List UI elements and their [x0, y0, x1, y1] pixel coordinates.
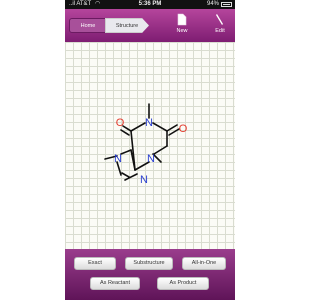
search-panel: Exact Substructure All-in-One As Reactan…	[65, 249, 235, 300]
new-button[interactable]: New	[169, 12, 195, 40]
atom-nitrogen-right: N	[147, 153, 155, 165]
new-document-icon	[177, 13, 187, 26]
top-toolbar: Home Structure New Edit	[65, 9, 235, 42]
atom-oxygen-right: O	[179, 123, 188, 135]
pencil-icon	[216, 14, 223, 25]
substructure-button[interactable]: Substructure	[125, 257, 173, 270]
phone-screen: ..il AT&T ◠ 5:36 PM 94% Home Structure N…	[65, 0, 235, 300]
as-product-button[interactable]: As Product	[157, 277, 209, 290]
edit-label: Edit	[215, 28, 225, 34]
battery-icon	[221, 2, 232, 7]
atom-nitrogen-top: N	[145, 117, 153, 129]
caffeine-structure: O N O N N N	[104, 103, 188, 186]
exact-button[interactable]: Exact	[74, 257, 116, 270]
atom-nitrogen-left: N	[114, 153, 122, 165]
atom-oxygen-left: O	[116, 117, 125, 129]
structure-canvas[interactable]: O N O N N N	[65, 42, 235, 249]
new-label: New	[176, 28, 188, 34]
status-bar: ..il AT&T ◠ 5:36 PM 94%	[65, 0, 235, 9]
breadcrumb-home[interactable]: Home	[69, 18, 107, 33]
as-reactant-button[interactable]: As Reactant	[90, 277, 140, 290]
edit-button[interactable]: Edit	[207, 12, 233, 40]
breadcrumb-structure[interactable]: Structure	[105, 18, 149, 33]
all-in-one-button[interactable]: All-in-One	[182, 257, 226, 270]
atom-nitrogen-bottom: N	[140, 174, 148, 186]
battery-percent: 94%	[206, 1, 219, 7]
